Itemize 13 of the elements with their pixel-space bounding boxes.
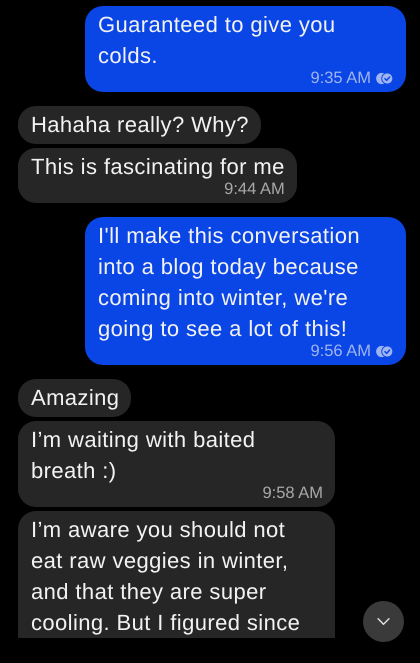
- message-text: I'll make this conversation into a blog today because coming into winter, we're going to see a lot of this!: [98, 222, 361, 343]
- timestamp: 9:56 AM: [310, 341, 371, 361]
- message-text: I’m aware you should not eat raw veggies in winter, and that they are super cooling. But I figured since: [31, 516, 302, 637]
- message-text: I’m waiting with baited breath :): [31, 426, 256, 485]
- scroll-down-button[interactable]: [363, 601, 404, 642]
- timestamp: 9:35 AM: [310, 68, 371, 88]
- message-text: Amazing: [31, 384, 120, 412]
- chevron-down-icon: [376, 617, 391, 626]
- message-text: Guaranteed to give you colds.: [98, 11, 337, 70]
- timestamp: 9:58 AM: [262, 483, 323, 503]
- timestamp: 9:44 AM: [224, 179, 285, 199]
- message-text: Hahaha really? Why?: [31, 111, 249, 139]
- message-text: This is fascinating for me: [31, 153, 285, 181]
